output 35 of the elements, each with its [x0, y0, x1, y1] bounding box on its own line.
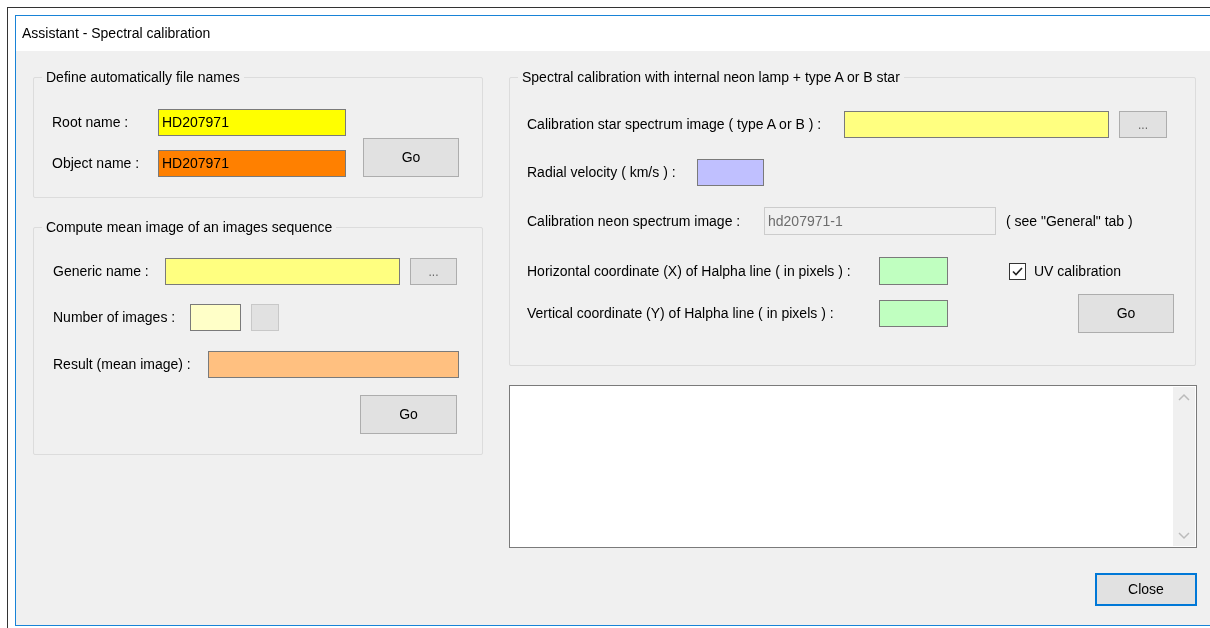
field-label: Object name : [52, 154, 141, 173]
result-field[interactable] [208, 351, 459, 378]
go-button[interactable]: Go [363, 138, 459, 177]
field-label: Calibration neon spectrum image : [527, 211, 742, 231]
field-label: Radial velocity ( km/s ) : [527, 163, 677, 182]
field-label: Result (mean image) : [53, 355, 192, 374]
group-title: Define automatically file names [42, 68, 244, 86]
group-title: Compute mean image of an images sequence [42, 218, 337, 236]
number-field[interactable] [190, 304, 241, 331]
field-label: Horizontal coordinate (X) of Halpha line ( in pixels ) : [527, 261, 852, 281]
go-button[interactable]: Go [1078, 294, 1174, 333]
velocity-field[interactable] [697, 159, 764, 186]
scroll-up-icon[interactable] [1178, 393, 1190, 401]
field-label: Generic name : [53, 262, 150, 281]
checkbox-icon[interactable] [1009, 262, 1026, 280]
hint-text: ( see "General" tab ) [1006, 211, 1133, 231]
generic-name-field[interactable] [165, 258, 400, 285]
field-label: Root name : [52, 113, 130, 132]
field-label: Calibration star spectrum image ( type A or B ) : [527, 115, 823, 134]
name-field[interactable]: HD207971 [158, 150, 346, 177]
y-coordinate-field[interactable] [879, 300, 948, 327]
close-button[interactable]: Close [1095, 573, 1197, 606]
browse-button[interactable]: ... [1119, 111, 1167, 138]
go-button[interactable]: Go [360, 395, 457, 434]
group-title: Spectral calibration with internal neon lamp + type A or B star [518, 68, 904, 86]
scrollbar[interactable] [1173, 387, 1195, 546]
scroll-down-icon[interactable] [1178, 532, 1190, 540]
browse-button[interactable]: ... [410, 258, 457, 285]
uv-calibration-checkbox[interactable]: UV calibration [1009, 260, 1122, 282]
star-image-field[interactable] [844, 111, 1109, 138]
x-coordinate-field[interactable] [879, 257, 948, 285]
window-title: Assistant - Spectral calibration [22, 24, 211, 43]
field-label: Number of images : [53, 308, 177, 327]
field-label: Vertical coordinate (Y) of Halpha line ( in pixels ) : [527, 304, 835, 323]
name-field[interactable]: HD207971 [158, 109, 346, 136]
